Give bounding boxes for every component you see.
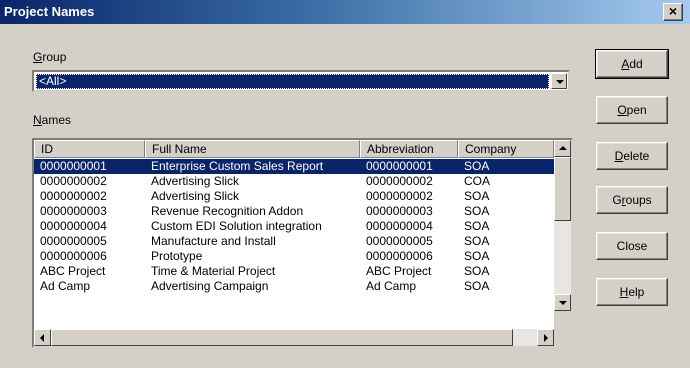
cell-company: SOA: [464, 264, 490, 278]
scroll-right-button[interactable]: [537, 329, 554, 346]
cell-full-name: Enterprise Custom Sales Report: [151, 159, 324, 173]
column-header-abbreviation[interactable]: Abbreviation: [360, 140, 458, 158]
table-row[interactable]: 0000000001 Enterprise Custom Sales Report…: [34, 159, 554, 174]
groups-button-pre: G: [612, 193, 622, 207]
vertical-scroll-thumb[interactable]: [554, 157, 571, 221]
cell-full-name: Custom EDI Solution integration: [151, 219, 322, 233]
horizontal-scroll-thumb[interactable]: [51, 329, 513, 346]
table-row[interactable]: 0000000004 Custom EDI Solution integratio…: [34, 219, 554, 234]
open-button[interactable]: Open: [596, 96, 668, 124]
horizontal-scrollbar[interactable]: [34, 329, 554, 346]
column-header-id[interactable]: ID: [34, 140, 145, 158]
cell-id: 0000000006: [40, 249, 107, 263]
groups-button[interactable]: Groups: [596, 186, 668, 214]
names-label-hotkey: N: [33, 113, 42, 127]
group-label-hotkey: G: [33, 50, 43, 64]
project-names-dialog: Project Names × Group <All> Names ID Ful…: [0, 0, 690, 368]
cell-id: 0000000001: [40, 159, 107, 173]
group-label-text: roup: [42, 50, 67, 64]
group-dropdown-button[interactable]: [551, 73, 567, 89]
cell-company: SOA: [464, 204, 490, 218]
table-row[interactable]: 0000000002 Advertising Slick 0000000002 SOA: [34, 189, 554, 204]
help-button[interactable]: Help: [596, 278, 668, 306]
column-header-full-name[interactable]: Full Name: [145, 140, 360, 158]
groups-button-text: oups: [625, 193, 652, 207]
cell-abbreviation: ABC Project: [366, 264, 432, 278]
cell-id: 0000000002: [40, 174, 107, 188]
group-selected-value: <All>: [36, 74, 549, 89]
cell-full-name: Revenue Recognition Addon: [151, 204, 304, 218]
cell-abbreviation: 0000000006: [366, 249, 433, 263]
close-button[interactable]: Close: [596, 232, 668, 260]
cell-company: SOA: [464, 159, 490, 173]
cell-id: 0000000002: [40, 189, 107, 203]
scrollbar-corner: [554, 311, 571, 346]
table-row[interactable]: ABC Project Time & Material Project ABC Pr…: [34, 264, 554, 279]
cell-id: 0000000003: [40, 204, 107, 218]
cell-full-name: Manufacture and Install: [151, 234, 276, 248]
close-icon[interactable]: ×: [663, 3, 683, 21]
delete-button[interactable]: Delete: [596, 142, 668, 170]
cell-full-name: Advertising Slick: [151, 174, 240, 188]
table-row[interactable]: 0000000003 Revenue Recognition Addon 00000…: [34, 204, 554, 219]
cell-full-name: Prototype: [151, 249, 203, 263]
vertical-scrollbar[interactable]: [554, 140, 571, 311]
group-label: Group: [33, 50, 66, 64]
cell-company: SOA: [464, 249, 490, 263]
add-button-text: dd: [629, 57, 643, 71]
window-title: Project Names: [4, 4, 95, 19]
cell-abbreviation: 0000000004: [366, 219, 433, 233]
scroll-left-icon: [40, 334, 44, 342]
table-row[interactable]: 0000000005 Manufacture and Install 0000000…: [34, 234, 554, 249]
open-button-hotkey: O: [617, 103, 627, 117]
cell-id: 0000000004: [40, 219, 107, 233]
chevron-down-icon: [556, 80, 564, 84]
title-bar[interactable]: Project Names ×: [0, 0, 690, 24]
delete-button-hotkey: D: [614, 149, 624, 163]
cell-company: COA: [464, 174, 491, 188]
delete-button-text: elete: [623, 149, 650, 163]
cell-abbreviation: 0000000003: [366, 204, 433, 218]
help-button-text: elp: [628, 285, 645, 299]
scroll-right-icon: [544, 334, 548, 342]
cell-full-name: Advertising Slick: [151, 189, 240, 203]
scroll-down-icon: [559, 301, 567, 305]
open-button-text: pen: [626, 103, 647, 117]
cell-id: Ad Camp: [40, 279, 91, 293]
cell-abbreviation: Ad Camp: [366, 279, 417, 293]
table-row[interactable]: 0000000002 Advertising Slick 0000000002 COA: [34, 174, 554, 189]
cell-company: SOA: [464, 279, 490, 293]
cell-abbreviation: 0000000001: [366, 159, 433, 173]
cell-abbreviation: 0000000005: [366, 234, 433, 248]
names-list-header: ID Full Name Abbreviation Company: [34, 140, 554, 158]
add-button[interactable]: Add: [595, 49, 669, 79]
column-header-company[interactable]: Company: [458, 140, 554, 158]
scroll-down-button[interactable]: [554, 294, 571, 311]
cell-company: SOA: [464, 219, 490, 233]
cell-full-name: Time & Material Project: [151, 264, 276, 278]
cell-abbreviation: 0000000002: [366, 189, 433, 203]
group-combobox[interactable]: <All>: [32, 70, 570, 92]
table-row[interactable]: Ad Camp Advertising Campaign Ad Camp SOA: [34, 279, 554, 294]
cell-id: ABC Project: [40, 264, 106, 278]
table-row[interactable]: 0000000006 Prototype 0000000006 SOA: [34, 249, 554, 264]
scroll-left-button[interactable]: [34, 329, 51, 346]
cell-abbreviation: 0000000002: [366, 174, 433, 188]
scroll-up-button[interactable]: [554, 140, 571, 157]
cell-company: SOA: [464, 189, 490, 203]
names-list[interactable]: ID Full Name Abbreviation Company 000000…: [32, 138, 573, 348]
cell-id: 0000000005: [40, 234, 107, 248]
names-label-text: ames: [41, 113, 72, 127]
cell-company: SOA: [464, 234, 490, 248]
scroll-up-icon: [559, 146, 567, 150]
close-button-text: Close: [616, 239, 648, 253]
names-label: Names: [33, 113, 71, 127]
cell-full-name: Advertising Campaign: [151, 279, 269, 293]
